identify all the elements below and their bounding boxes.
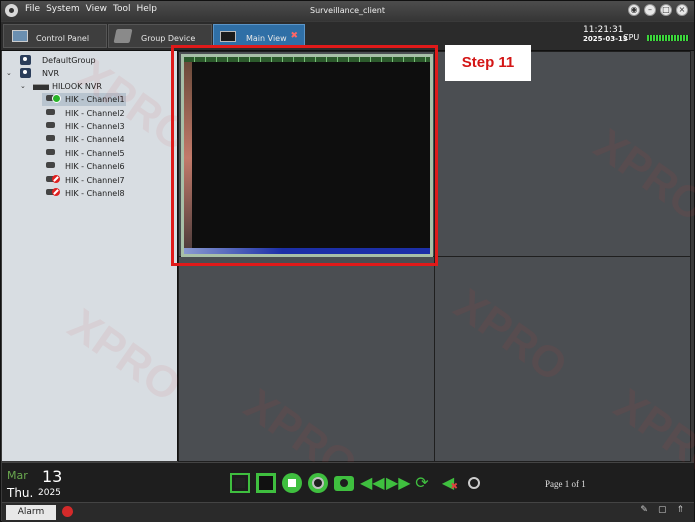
- channel-label: HIK - Channel6: [65, 162, 125, 171]
- tree-channel-5[interactable]: HIK - Channel5: [42, 147, 126, 160]
- tree-channel-4[interactable]: HIK - Channel4: [42, 133, 126, 146]
- calendar-weekday: Thu.: [7, 486, 34, 500]
- tree-label: NVR: [42, 69, 60, 78]
- tree-channel-8[interactable]: HIK - Channel8: [42, 187, 126, 200]
- channel-label: HIK - Channel7: [65, 176, 125, 185]
- expand-icon[interactable]: ⌄: [20, 82, 26, 90]
- video-cell-2[interactable]: [434, 51, 691, 257]
- clock-time: 11:21:31: [583, 25, 624, 35]
- close-icon[interactable]: ×: [676, 4, 688, 16]
- channel-label: HIK - Channel2: [65, 109, 125, 118]
- tab-label: Control Panel: [36, 34, 90, 43]
- tree-label: DefaultGroup: [42, 56, 96, 65]
- annotation-highlight-box: [171, 45, 438, 266]
- channel-label: HIK - Channel8: [65, 189, 125, 198]
- calendar-month: Mar: [7, 469, 28, 482]
- minimize-icon[interactable]: –: [644, 4, 656, 16]
- tab-close-icon[interactable]: ✖: [290, 31, 298, 41]
- fast-forward-icon[interactable]: ▶▶: [386, 473, 411, 493]
- camera-icon: [46, 162, 55, 168]
- tab-control-panel[interactable]: Control Panel: [3, 24, 107, 48]
- online-status-icon: [52, 94, 61, 103]
- cpu-label: CPU: [623, 33, 640, 42]
- window-controls: ◉ – □ ×: [628, 4, 688, 16]
- playback-toolbar: ◀◀ ▶▶ ⟳ ◀ ✖: [230, 473, 484, 493]
- video-cell-3[interactable]: [178, 256, 435, 462]
- camera-icon: [46, 135, 55, 141]
- clock: 11:21:31 2025-03-13: [583, 25, 628, 43]
- calendar-day: 13: [42, 467, 63, 486]
- tab-label: Main View: [246, 34, 287, 43]
- help-icon[interactable]: [464, 473, 484, 493]
- status-bar: Alarm ✎ ▢ ⇑: [2, 502, 694, 522]
- device-tree: DefaultGroup ⌄ NVR ⌄ HILOOK NVR HIK - Ch…: [2, 50, 200, 461]
- alarm-icon[interactable]: [62, 506, 73, 517]
- tree-channel-7[interactable]: HIK - Channel7: [42, 174, 126, 187]
- nvr-icon: [33, 84, 49, 90]
- channel-label: HIK - Channel3: [65, 122, 125, 131]
- video-cell-4[interactable]: [434, 256, 691, 462]
- window-icon[interactable]: ▢: [658, 505, 667, 515]
- window-title: Surveillance_client: [309, 6, 386, 15]
- tree-label: HILOOK NVR: [52, 82, 102, 91]
- bottom-bar: Mar 13 Thu. 2025 ◀◀ ▶▶ ⟳ ◀ ✖ Page 1 of 1: [2, 462, 694, 503]
- group-icon: [20, 68, 31, 78]
- maximize-icon[interactable]: □: [660, 4, 672, 16]
- fullscreen-icon[interactable]: [230, 473, 250, 493]
- clock-date: 2025-03-13: [583, 35, 628, 43]
- group-device-icon: [113, 29, 133, 43]
- step-label: Step 11: [445, 45, 531, 81]
- control-panel-icon: [12, 30, 28, 42]
- title-bar: File System View Tool Help Surveillance_…: [1, 1, 694, 21]
- channel-label: HIK - Channel4: [65, 135, 125, 144]
- camera-icon: [46, 122, 55, 128]
- collapse-icon[interactable]: ⇑: [676, 505, 684, 515]
- watermark-logo: XPRO: [59, 299, 190, 412]
- stop-icon[interactable]: [282, 473, 302, 493]
- pin-icon[interactable]: ✎: [640, 505, 648, 515]
- error-status-icon: [52, 175, 60, 183]
- tree-channel-2[interactable]: HIK - Channel2: [42, 107, 126, 120]
- rewind-icon[interactable]: ◀◀: [360, 473, 385, 493]
- camera-icon: [46, 109, 55, 115]
- single-view-icon[interactable]: [256, 473, 276, 493]
- error-status-icon: [52, 188, 60, 196]
- record-icon[interactable]: [308, 473, 328, 493]
- page-indicator: Page 1 of 1: [545, 479, 586, 489]
- tree-channel-3[interactable]: HIK - Channel3: [42, 120, 126, 133]
- app-window: File System View Tool Help Surveillance_…: [0, 0, 695, 522]
- alarm-tab[interactable]: Alarm: [6, 505, 56, 520]
- calendar-year: 2025: [38, 488, 61, 498]
- refresh-icon[interactable]: ⟳: [412, 473, 432, 493]
- camera-icon: [46, 149, 55, 155]
- channel-label: HIK - Channel1: [65, 95, 125, 104]
- group-icon: [20, 55, 31, 65]
- tree-nvr[interactable]: ⌄ NVR: [6, 67, 166, 80]
- status-bar-icons: ✎ ▢ ⇑: [640, 505, 684, 515]
- cpu-meter: [647, 35, 689, 41]
- channel-label: HIK - Channel5: [65, 149, 125, 158]
- main-view-icon: [220, 31, 236, 42]
- tree-channel-1[interactable]: HIK - Channel1: [42, 93, 126, 106]
- tree-hilook-nvr[interactable]: ⌄ HILOOK NVR: [6, 80, 166, 93]
- expand-icon[interactable]: ⌄: [6, 69, 12, 77]
- tree-default-group[interactable]: DefaultGroup: [6, 54, 166, 67]
- target-icon[interactable]: ◉: [628, 4, 640, 16]
- mute-icon[interactable]: ◀ ✖: [438, 473, 458, 493]
- tree-channel-6[interactable]: HIK - Channel6: [42, 160, 126, 173]
- snapshot-icon[interactable]: [334, 476, 354, 491]
- tab-label: Group Device: [141, 34, 196, 43]
